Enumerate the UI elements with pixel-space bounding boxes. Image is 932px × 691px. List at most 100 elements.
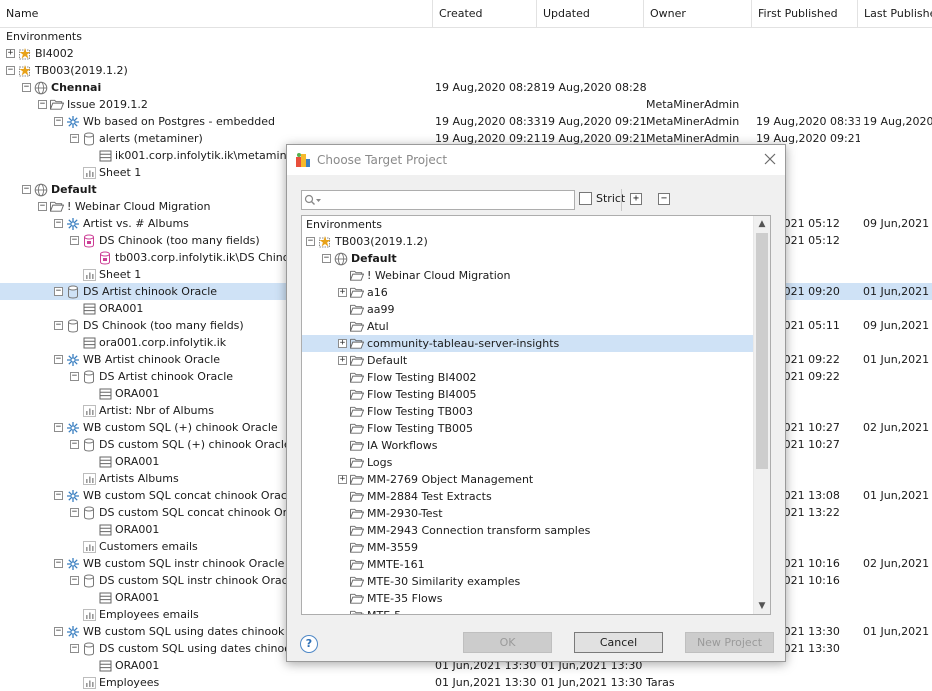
collapse-icon[interactable]: − [70,372,79,381]
collapse-icon[interactable]: − [70,440,79,449]
tree-row[interactable]: − Wb based on Postgres - embedded 19 Aug,2… [0,113,932,130]
project-tree-row[interactable]: − Default [302,250,754,267]
project-tree-row[interactable]: Logs [302,454,754,471]
column-header-first-published[interactable]: First Published [752,0,858,28]
collapse-icon[interactable]: − [54,423,63,432]
project-tree-row[interactable]: Atul [302,318,754,335]
project-tree-row[interactable]: Flow Testing TB005 [302,420,754,437]
node-label: Environments [306,218,382,231]
project-tree: Environments − TB003(2019.1.2) − Default ! We… [301,215,771,615]
ok-button[interactable]: OK [463,632,552,653]
column-header-created[interactable]: Created [433,0,537,28]
project-tree-row[interactable]: Flow Testing TB003 [302,403,754,420]
toggle-spacer [86,661,95,670]
toggle-spacer [338,543,347,552]
project-tree-row[interactable]: MTE-30 Similarity examples [302,573,754,590]
tree-row[interactable]: Environments [0,28,932,45]
node-label: DS custom SQL concat chinook Oracle [99,506,310,519]
last-published-cell [863,96,932,113]
vertical-scrollbar[interactable]: ▲ ▼ [753,216,770,614]
collapse-icon[interactable]: − [70,644,79,653]
project-tree-row[interactable]: ! Webinar Cloud Migration [302,267,754,284]
collapse-all-button[interactable]: − [658,193,670,205]
collapse-icon[interactable]: − [306,237,315,246]
tree-row[interactable]: + BI4002 [0,45,932,62]
project-tree-row[interactable]: + Default [302,352,754,369]
tree-row[interactable]: Employees 01 Jun,2021 13:30 01 Jun,2021 13… [0,674,932,691]
node-label: Customers emails [99,540,198,553]
column-header-last-published[interactable]: Last Published [858,0,932,28]
last-published-cell [863,79,932,96]
folder-icon [350,541,364,555]
project-tree-row[interactable]: MM-2930-Test [302,505,754,522]
project-tree-row[interactable]: Flow Testing BI4005 [302,386,754,403]
toggle-spacer [338,305,347,314]
datasource-icon [82,132,96,146]
collapse-icon[interactable]: − [70,236,79,245]
collapse-icon[interactable]: − [322,254,331,263]
tree-row[interactable]: − TB003(2019.1.2) [0,62,932,79]
close-icon[interactable] [763,152,777,166]
collapse-icon[interactable]: − [38,202,47,211]
collapse-icon[interactable]: − [54,491,63,500]
scroll-up-icon[interactable]: ▲ [754,216,770,232]
new-project-button[interactable]: New Project [685,632,774,653]
project-tree-row[interactable]: MM-3559 [302,539,754,556]
folder-icon [350,320,364,334]
search-field[interactable] [301,190,575,210]
column-header-name[interactable]: Name [0,0,433,28]
strict-checkbox[interactable] [579,192,592,205]
project-tree-row[interactable]: Environments [302,216,754,233]
project-tree-row[interactable]: + community-tableau-server-insights [302,335,754,352]
node-label: ! Webinar Cloud Migration [367,269,511,282]
collapse-icon[interactable]: − [70,576,79,585]
cancel-button[interactable]: Cancel [574,632,663,653]
collapse-icon[interactable]: − [54,321,63,330]
collapse-icon[interactable]: − [6,66,15,75]
node-label: IA Workflows [367,439,438,452]
toggle-spacer [338,407,347,416]
updated-cell [541,45,646,62]
collapse-icon[interactable]: − [70,508,79,517]
project-tree-row[interactable]: Flow Testing BI4002 [302,369,754,386]
collapse-icon[interactable]: − [70,134,79,143]
column-header-owner[interactable]: Owner [644,0,752,28]
scrollbar-thumb[interactable] [756,233,768,469]
project-tree-row[interactable]: IA Workflows [302,437,754,454]
collapse-icon[interactable]: − [54,559,63,568]
search-input[interactable] [324,192,564,208]
expand-icon[interactable]: + [338,356,347,365]
project-tree-row[interactable]: MTE-35 Flows [302,590,754,607]
project-tree-row[interactable]: MMTE-161 [302,556,754,573]
project-tree-row[interactable]: + a16 [302,284,754,301]
help-icon[interactable]: ? [300,635,318,653]
tree-row[interactable]: − Chennai 19 Aug,2020 08:28 19 Aug,2020 08:… [0,79,932,96]
sheet-icon [82,676,96,690]
collapse-icon[interactable]: − [54,627,63,636]
scroll-down-icon[interactable]: ▼ [754,598,770,614]
node-label: Employees [99,676,160,689]
expand-icon[interactable]: + [6,49,15,58]
collapse-icon[interactable]: − [54,117,63,126]
node-label: Sheet 1 [99,268,142,281]
project-tree-row[interactable]: + MM-2769 Object Management [302,471,754,488]
project-tree-row[interactable]: − TB003(2019.1.2) [302,233,754,250]
strict-option[interactable]: Strict [579,192,625,205]
expand-all-button[interactable]: + [630,193,642,205]
expand-icon[interactable]: + [338,339,347,348]
project-tree-row[interactable]: MTE-5 [302,607,754,614]
column-header-updated[interactable]: Updated [537,0,644,28]
collapse-icon[interactable]: − [54,287,63,296]
expand-icon[interactable]: + [338,288,347,297]
tree-row[interactable]: − Issue 2019.1.2 MetaMinerAdmin [0,96,932,113]
expand-icon[interactable]: + [338,475,347,484]
collapse-icon[interactable]: − [22,185,31,194]
collapse-icon[interactable]: − [54,355,63,364]
project-tree-row[interactable]: MM-2884 Test Extracts [302,488,754,505]
project-tree-row[interactable]: MM-2943 Connection transform samples [302,522,754,539]
collapse-icon[interactable]: − [38,100,47,109]
collapse-icon[interactable]: − [22,83,31,92]
collapse-icon[interactable]: − [54,219,63,228]
project-tree-row[interactable]: aa99 [302,301,754,318]
toggle-spacer [338,373,347,382]
